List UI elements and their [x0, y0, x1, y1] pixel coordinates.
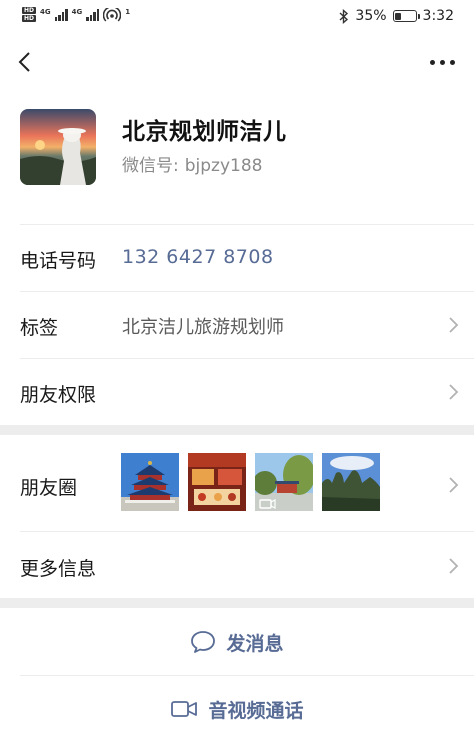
permissions-label: 朋友权限: [20, 384, 97, 406]
red-shop-image: [188, 453, 246, 511]
tags-value: 北京洁儿旅游规划师: [122, 317, 284, 338]
moments-thumb-park[interactable]: [255, 453, 313, 511]
status-bar: HD HD 4G 4G 1 35% 3:32: [0, 0, 474, 34]
hd-badge-1: HD: [22, 7, 37, 14]
signal-icon-1: [54, 8, 68, 21]
avatar-sunset-image: [20, 109, 96, 185]
wechat-id-label: 微信号:: [122, 156, 179, 176]
phone-row[interactable]: 电话号码 132 6427 8708: [0, 225, 474, 291]
moments-thumb-mountain[interactable]: [322, 453, 380, 511]
battery-percent: 35%: [355, 8, 387, 24]
tags-row[interactable]: 标签 北京洁儿旅游规划师: [0, 292, 474, 358]
moments-thumb-temple[interactable]: [121, 453, 179, 511]
battery-fill: [395, 12, 402, 20]
status-right: 35% 3:32: [339, 8, 454, 24]
phone-label: 电话号码: [20, 250, 97, 272]
contact-profile-screen: HD HD 4G 4G 1 35% 3:32 北京规划师洁儿 微信号: bjpz…: [0, 0, 474, 738]
status-left: HD HD 4G 4G 1: [22, 7, 130, 22]
chevron-right-icon: [449, 558, 459, 574]
nav-bar: [0, 40, 474, 84]
video-camera-icon: [171, 701, 198, 717]
bluetooth-icon: [339, 8, 349, 24]
friend-permissions-row[interactable]: 朋友权限: [0, 359, 474, 425]
section-gap: [0, 598, 474, 608]
moments-label: 朋友圈: [20, 477, 78, 499]
network-type-1: 4G: [40, 8, 51, 16]
more-dot: [449, 59, 455, 65]
chevron-right-icon: [449, 477, 459, 493]
tags-label: 标签: [20, 317, 59, 339]
more-dot: [429, 59, 435, 65]
back-button[interactable]: [12, 46, 42, 78]
battery-icon: [392, 10, 420, 22]
signal-icon-2: [86, 8, 100, 21]
park-video-image: [255, 453, 313, 511]
back-arrow-icon: [18, 52, 30, 72]
hotspot-icon: [103, 7, 122, 22]
moments-row[interactable]: 朋友圈: [0, 443, 474, 531]
more-info-label: 更多信息: [20, 558, 97, 580]
hd-badges: HD HD: [22, 7, 37, 22]
section-gap: [0, 425, 474, 435]
avatar[interactable]: [20, 109, 96, 185]
moments-thumb-shop[interactable]: [188, 453, 246, 511]
wechat-id-value: bjpzy188: [184, 156, 263, 176]
hotspot-count: 1: [125, 8, 131, 16]
video-call-button[interactable]: 音视频通话: [0, 676, 474, 738]
temple-of-heaven-image: [121, 453, 179, 511]
profile-header: 北京规划师洁儿 微信号: bjpzy188: [0, 100, 474, 225]
send-message-button[interactable]: 发消息: [0, 609, 474, 675]
wechat-id: 微信号: bjpzy188: [122, 151, 262, 176]
contact-name: 北京规划师洁儿: [122, 119, 287, 145]
more-info-row[interactable]: 更多信息: [0, 532, 474, 598]
video-call-label: 音视频通话: [208, 699, 304, 722]
karst-mountain-image: [322, 453, 380, 511]
clock: 3:32: [422, 8, 454, 24]
network-type-2: 4G: [71, 8, 83, 16]
send-message-label: 发消息: [226, 632, 284, 655]
moments-thumbnails: [121, 453, 380, 511]
more-dot: [439, 59, 445, 65]
phone-number[interactable]: 132 6427 8708: [122, 246, 274, 268]
chat-bubble-icon: [191, 631, 216, 653]
hd-badge-2: HD: [22, 15, 37, 22]
chevron-right-icon: [449, 384, 459, 400]
more-options-button[interactable]: [424, 48, 460, 76]
chevron-right-icon: [449, 317, 459, 333]
